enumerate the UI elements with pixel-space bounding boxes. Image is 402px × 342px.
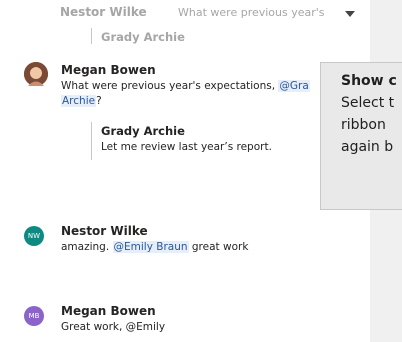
comment-author: Nestor Wilke — [61, 224, 148, 238]
mention-link-cont[interactable]: Archie — [61, 95, 97, 107]
reply-indent-line — [91, 122, 92, 160]
avatar-nw: NW — [24, 226, 44, 246]
reply-indent-line — [91, 28, 92, 44]
avatar-photo — [24, 62, 48, 86]
mention-link[interactable]: @Emily Braun — [112, 241, 189, 253]
avatar-mb: MB — [24, 306, 44, 326]
tooltip-title: Show c — [341, 73, 397, 89]
mention-link[interactable]: @Gra — [278, 80, 310, 92]
comment-text-cont: Archie? — [61, 95, 102, 107]
thread-preview: What were previous year's — [178, 6, 325, 19]
comment-text: amazing. @Emily Braun great work — [61, 241, 249, 253]
tooltip-line: ribbon — [341, 117, 386, 133]
tooltip-line: Select t — [341, 95, 395, 111]
reply-author: Grady Archie — [101, 124, 185, 138]
reply-text: Let me review last year’s report. — [101, 141, 272, 153]
comment-author: Megan Bowen — [61, 304, 156, 318]
comment-author: Megan Bowen — [61, 63, 156, 77]
reply-author: Grady Archie — [101, 30, 185, 44]
collapsed-thread[interactable]: Nestor Wilke What were previous year's — [60, 5, 360, 25]
feature-tooltip: Show c Select t ribbon again b — [320, 62, 402, 210]
person-photo-icon — [24, 62, 48, 86]
tooltip-line: again b — [341, 139, 394, 155]
comment-text: Great work, @Emily — [61, 321, 166, 333]
comment-text: What were previous year's expectations, … — [61, 80, 310, 92]
thread-author: Nestor Wilke — [60, 5, 147, 19]
expand-thread-icon[interactable] — [344, 4, 356, 17]
